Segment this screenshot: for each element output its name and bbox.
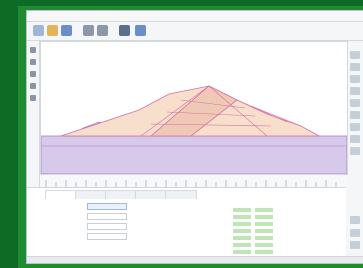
properties-tabs <box>45 190 345 200</box>
table-cell <box>233 236 251 240</box>
table-cell <box>255 236 273 240</box>
results-table <box>197 200 287 254</box>
table-cell <box>233 222 251 226</box>
save-icon[interactable] <box>61 25 72 36</box>
tab-1[interactable] <box>45 190 77 199</box>
table-cell <box>255 229 273 233</box>
pointer-icon[interactable] <box>30 47 36 53</box>
pan-icon[interactable] <box>30 59 36 65</box>
panel-button[interactable] <box>350 63 360 71</box>
table-row <box>197 250 287 255</box>
tab-3[interactable] <box>105 190 137 199</box>
zoom-icon[interactable] <box>135 25 146 36</box>
model-canvas[interactable] <box>40 41 348 175</box>
table-cell <box>233 250 251 254</box>
table-row <box>197 229 287 234</box>
table-cell <box>255 250 273 254</box>
table-cell <box>255 208 273 212</box>
table-row <box>197 243 287 248</box>
table-cell <box>233 215 251 219</box>
dam-cross-section <box>40 85 348 175</box>
tab-2[interactable] <box>75 190 107 199</box>
table-cell <box>255 243 273 247</box>
tab-5[interactable] <box>165 190 197 199</box>
panel-button[interactable] <box>350 111 360 119</box>
panel-button[interactable] <box>350 216 360 224</box>
horizontal-ruler <box>40 174 346 188</box>
new-icon[interactable] <box>33 25 44 36</box>
panel-button[interactable] <box>350 135 360 143</box>
table-cell <box>233 208 251 212</box>
property-field[interactable] <box>87 233 127 240</box>
zoom-out-icon[interactable] <box>30 83 36 89</box>
property-field[interactable] <box>87 213 127 220</box>
select-icon[interactable] <box>119 25 130 36</box>
property-field[interactable] <box>87 223 127 230</box>
table-header <box>197 200 287 206</box>
status-bar <box>27 256 363 263</box>
panel-button[interactable] <box>350 51 360 59</box>
panel-button[interactable] <box>350 123 360 131</box>
zoom-in-icon[interactable] <box>30 71 36 77</box>
tab-4[interactable] <box>135 190 167 199</box>
undo-icon[interactable] <box>83 25 94 36</box>
left-toolstrip <box>27 41 40 196</box>
title-bar <box>27 11 363 22</box>
redo-icon[interactable] <box>97 25 108 36</box>
panel-button[interactable] <box>350 87 360 95</box>
table-row <box>197 215 287 220</box>
panel-button[interactable] <box>350 229 360 237</box>
property-field[interactable] <box>87 203 127 210</box>
table-row <box>197 236 287 241</box>
toolbar <box>27 22 363 41</box>
foundation-layer <box>40 135 348 175</box>
panel-button[interactable] <box>350 75 360 83</box>
open-icon[interactable] <box>47 25 58 36</box>
panel-button[interactable] <box>350 147 360 155</box>
draw-icon[interactable] <box>30 95 36 101</box>
panel-button[interactable] <box>350 241 360 249</box>
table-cell <box>233 229 251 233</box>
panel-button[interactable] <box>350 99 360 107</box>
table-row <box>197 222 287 227</box>
table-cell <box>255 215 273 219</box>
table-cell <box>255 222 273 226</box>
properties-panel <box>27 187 346 263</box>
table-row <box>197 208 287 213</box>
table-cell <box>233 243 251 247</box>
app-window <box>26 10 363 264</box>
